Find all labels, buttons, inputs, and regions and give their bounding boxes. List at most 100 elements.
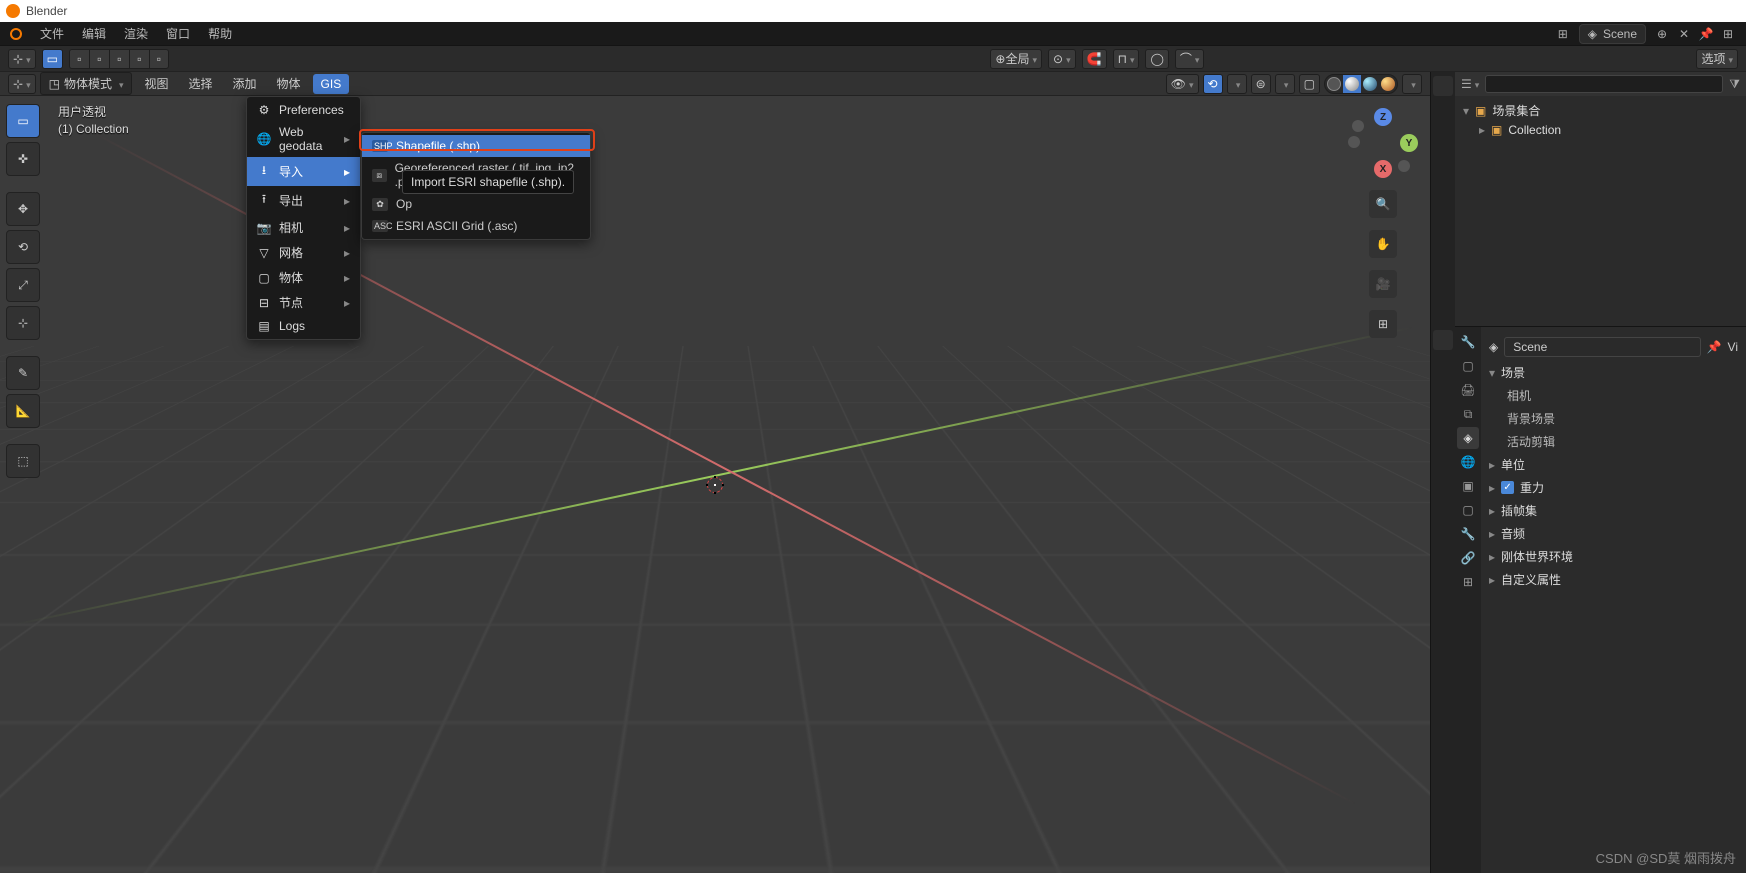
mode-dropdown[interactable]: ◳ 物体模式: [40, 72, 133, 95]
menu-window[interactable]: 窗口: [158, 21, 198, 46]
tab-texture[interactable]: ⊞: [1457, 571, 1479, 593]
outliner-search[interactable]: [1485, 75, 1723, 93]
gis-nodes[interactable]: ⊟节点▸: [247, 290, 360, 315]
outliner-display-mode[interactable]: ☰: [1461, 77, 1479, 91]
gis-web-geodata[interactable]: 🌐Web geodata▸: [247, 121, 360, 157]
axis-z[interactable]: Z: [1374, 108, 1392, 126]
prop-camera[interactable]: 相机: [1489, 384, 1738, 407]
camera-view-button[interactable]: 🎥: [1369, 270, 1397, 298]
gis-logs[interactable]: ▤Logs: [247, 315, 360, 337]
panel-gravity[interactable]: ▸✓重力: [1489, 476, 1738, 499]
editor-type-props[interactable]: [1433, 330, 1453, 350]
gis-object[interactable]: ▢物体▸: [247, 265, 360, 290]
outliner-scene-collection[interactable]: ▾ ▣ 场景集合: [1461, 100, 1740, 121]
import-shapefile[interactable]: SHPShapefile (.shp): [362, 135, 590, 157]
panel-keying-sets[interactable]: ▸插帧集: [1489, 499, 1738, 522]
scene-name-field[interactable]: Scene: [1504, 337, 1700, 357]
vp-menu-select[interactable]: 选择: [181, 72, 221, 95]
vp-menu-view[interactable]: 视图: [136, 72, 176, 95]
shading-wireframe[interactable]: [1325, 75, 1343, 93]
orientation-button[interactable]: ⊕ 全局: [990, 49, 1042, 69]
menu-file[interactable]: 文件: [32, 21, 72, 46]
overlay-toggle[interactable]: ⊜: [1251, 74, 1271, 94]
gis-export[interactable]: ⭱导出▸: [247, 186, 360, 215]
tool-cursor[interactable]: ✜: [6, 142, 40, 176]
panel-custom-props[interactable]: ▸自定义属性: [1489, 568, 1738, 591]
axis-x[interactable]: X: [1374, 160, 1392, 178]
vp-menu-add[interactable]: 添加: [225, 72, 265, 95]
tab-scene[interactable]: ◈: [1457, 427, 1479, 449]
gizmo-toggle[interactable]: ⟲: [1203, 74, 1223, 94]
xray-toggle[interactable]: ▢: [1299, 74, 1320, 94]
select-extend-button[interactable]: ▫: [89, 49, 109, 69]
tab-tool[interactable]: 🔧: [1457, 331, 1479, 353]
tool-scale[interactable]: ⤢: [6, 268, 40, 302]
tool-measure[interactable]: 📐: [6, 394, 40, 428]
axis-neg[interactable]: [1348, 136, 1360, 148]
prop-active-clip[interactable]: 活动剪辑: [1489, 430, 1738, 453]
editor-type-3dview[interactable]: ⊹: [8, 74, 36, 94]
tab-output[interactable]: 🖨: [1457, 379, 1479, 401]
zoom-button[interactable]: 🔍: [1369, 190, 1397, 218]
pin-icon[interactable]: 📌: [1707, 340, 1722, 354]
tab-viewlayer[interactable]: ⧉: [1457, 403, 1479, 425]
vp-menu-gis[interactable]: GIS: [313, 74, 350, 94]
3d-viewport[interactable]: 用户透视 (1) Collection ▭ ✜ ✥ ⟲ ⤢ ⊹ ✎ 📐 ⬚ Z …: [0, 96, 1430, 873]
select-subtract-button[interactable]: ▫: [109, 49, 129, 69]
tool-add-primitive[interactable]: ⬚: [6, 444, 40, 478]
panel-audio[interactable]: ▸音频: [1489, 522, 1738, 545]
proportional-toggle[interactable]: ◯: [1145, 49, 1168, 69]
tool-transform[interactable]: ⊹: [6, 306, 40, 340]
gis-mesh[interactable]: ▽网格▸: [247, 240, 360, 265]
select-intersect-button[interactable]: ▫: [149, 49, 169, 69]
snap-target-button[interactable]: ⊓: [1113, 49, 1140, 69]
proportional-falloff-button[interactable]: ⌒: [1175, 49, 1205, 69]
tool-move[interactable]: ✥: [6, 192, 40, 226]
prop-bg-scene[interactable]: 背景场景: [1489, 407, 1738, 430]
scene-selector[interactable]: ◈ Scene: [1579, 24, 1646, 44]
expand-icon[interactable]: ▾: [1463, 104, 1469, 118]
viewlayer-icon[interactable]: ⊞: [1718, 24, 1738, 44]
menu-help[interactable]: 帮助: [200, 21, 240, 46]
axis-y[interactable]: Y: [1400, 134, 1418, 152]
overlay-dropdown[interactable]: [1275, 74, 1295, 94]
navigation-gizmo[interactable]: Z Y X: [1348, 108, 1418, 178]
pivot-button[interactable]: ⊙: [1048, 49, 1076, 69]
snap-toggle[interactable]: 🧲: [1082, 49, 1107, 69]
panel-units[interactable]: ▸单位: [1489, 453, 1738, 476]
scene-browse-icon[interactable]: ⊞: [1553, 24, 1573, 44]
select-invert-button[interactable]: ▫: [129, 49, 149, 69]
axis-neg[interactable]: [1352, 120, 1364, 132]
tab-collection[interactable]: ▣: [1457, 475, 1479, 497]
outliner-collection[interactable]: ▸ ▣ Collection: [1461, 121, 1740, 139]
outliner-editor-type[interactable]: [1433, 76, 1453, 96]
pin-button[interactable]: 📌: [1696, 24, 1716, 44]
panel-rigidbody[interactable]: ▸刚体世界环境: [1489, 545, 1738, 568]
tab-constraint[interactable]: 🔗: [1457, 547, 1479, 569]
shading-dropdown[interactable]: [1402, 74, 1422, 94]
shading-solid[interactable]: [1343, 75, 1361, 93]
tool-annotate[interactable]: ✎: [6, 356, 40, 390]
menu-render[interactable]: 渲染: [116, 21, 156, 46]
vp-menu-object[interactable]: 物体: [269, 72, 309, 95]
filter-button[interactable]: ⧩: [1729, 77, 1740, 92]
gis-preferences[interactable]: ⚙Preferences: [247, 99, 360, 121]
import-osm[interactable]: ✿Op: [362, 193, 590, 215]
shading-material[interactable]: [1361, 75, 1379, 93]
pan-button[interactable]: ✋: [1369, 230, 1397, 258]
tab-modifier[interactable]: 🔧: [1457, 523, 1479, 545]
axis-neg[interactable]: [1398, 160, 1410, 172]
gravity-checkbox[interactable]: ✓: [1501, 481, 1514, 494]
options-button[interactable]: 选项: [1696, 49, 1738, 69]
gizmo-dropdown[interactable]: [1227, 74, 1247, 94]
tab-render[interactable]: ▢: [1457, 355, 1479, 377]
tab-world[interactable]: 🌐: [1457, 451, 1479, 473]
select-tool-button[interactable]: ▭: [42, 49, 63, 69]
editor-type-button[interactable]: ⊹: [8, 49, 36, 69]
gis-import[interactable]: ⭳导入▸: [247, 157, 360, 186]
select-set-button[interactable]: ▫: [69, 49, 89, 69]
visibility-button[interactable]: 👁: [1166, 74, 1199, 94]
tab-object[interactable]: ▢: [1457, 499, 1479, 521]
tool-select-box[interactable]: ▭: [6, 104, 40, 138]
menu-edit[interactable]: 编辑: [74, 21, 114, 46]
